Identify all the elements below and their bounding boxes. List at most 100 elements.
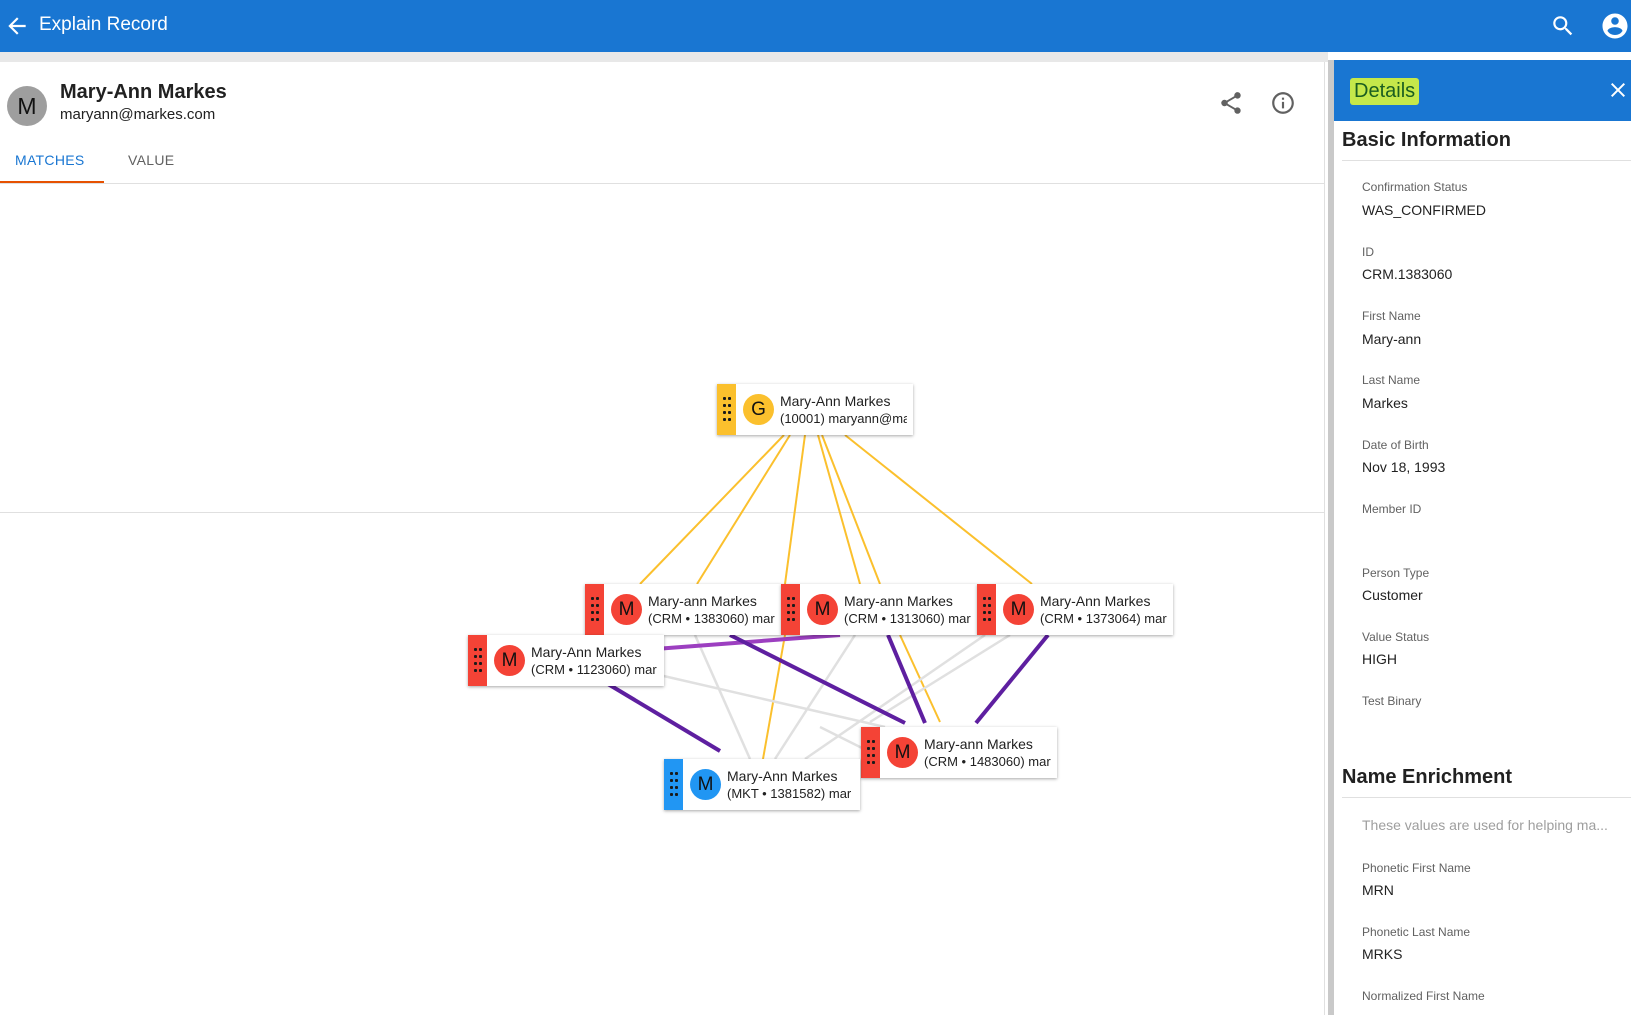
drag-handle-icon[interactable] [781,584,800,635]
graph-node-crm-1483060[interactable]: M Mary-ann Markes (CRM • 1483060) mar [861,727,1057,778]
node-name: Mary-Ann Markes [727,768,838,784]
field-label: Person Type [1362,566,1430,580]
back-arrow-icon[interactable] [4,13,30,39]
grip-dot [675,793,678,796]
field-label: Test Binary [1362,694,1422,708]
grip-dot [596,611,599,614]
grip-dot [728,411,731,414]
graph-edge [844,434,1033,585]
drag-handle-icon[interactable] [664,759,683,810]
section-divider [1342,797,1631,798]
grip-dot [988,611,991,614]
grip-dot [792,618,795,621]
grip-dot [988,597,991,600]
section-divider [1342,160,1631,161]
grip-dot [675,786,678,789]
grip-dot [723,411,726,414]
name-enrichment-heading: Name Enrichment [1342,766,1513,788]
field-label: Normalized First Name [1362,989,1485,1003]
node-name: Mary-Ann Markes [531,644,642,660]
grip-dot [867,747,870,750]
grip-dot [723,397,726,400]
grip-dot [591,618,594,621]
close-icon[interactable] [1606,78,1630,102]
drag-handle-icon[interactable] [717,384,736,435]
field-label: Value Status [1362,630,1430,644]
drag-handle-icon[interactable] [585,584,604,635]
source-badge: M [807,594,838,625]
grip-dot [787,604,790,607]
field-label: Last Name [1362,373,1421,387]
grip-dot [723,418,726,421]
grip-dot [675,779,678,782]
grip-dot [670,779,673,782]
node-source: (10001) maryann@ma [780,411,907,426]
field-label: First Name [1362,309,1421,323]
account-circle-icon[interactable] [1600,11,1630,41]
grip-dot [988,618,991,621]
graph-node-mkt-1381582[interactable]: M Mary-Ann Markes (MKT • 1381582) mar [664,759,860,810]
graph-node-crm-1123060[interactable]: M Mary-Ann Markes (CRM • 1123060) mar [468,635,664,686]
grip-dot [872,754,875,757]
field-label: ID [1362,245,1374,259]
app-bar: Explain Record [0,0,1631,52]
grip-dot [792,611,795,614]
field-value: MRN [1362,882,1394,898]
grip-dot [867,754,870,757]
drag-handle-icon[interactable] [861,727,880,778]
node-source: (CRM • 1313060) mar [844,611,971,626]
grip-dot [787,611,790,614]
drag-handle-icon[interactable] [977,584,996,635]
node-source: (CRM • 1373064) mar [1040,611,1167,626]
graph-edge [821,434,881,585]
grip-dot [872,747,875,750]
content-shadow [0,52,1328,62]
details-panel: Details Basic Information Confirmation S… [1328,60,1631,1015]
grip-dot [474,662,477,665]
grip-dot [872,740,875,743]
grip-dot [474,669,477,672]
field-value: CRM.1383060 [1362,266,1453,282]
grip-dot [728,397,731,400]
grip-dot [988,604,991,607]
source-badge: M [494,645,525,676]
grip-dot [728,418,731,421]
enrichment-note: These values are used for helping ma... [1362,817,1608,833]
details-header: Details [1334,60,1631,121]
source-badge: G [743,394,774,425]
source-badge: M [690,769,721,800]
node-name: Mary-Ann Markes [1040,593,1151,609]
field-value: Markes [1362,395,1408,411]
node-source: (MKT • 1381582) mar [727,786,852,801]
source-badge: M [887,737,918,768]
grip-dot [479,648,482,651]
graph-edge [729,633,906,725]
field-label: Confirmation Status [1362,180,1468,194]
grip-dot [983,604,986,607]
grip-dot [474,655,477,658]
graph-node-crm-1313060[interactable]: M Mary-ann Markes (CRM • 1313060) mar [781,584,977,635]
grip-dot [983,618,986,621]
node-source: (CRM • 1123060) mar [531,662,657,677]
grip-dot [792,597,795,600]
drag-handle-icon[interactable] [468,635,487,686]
graph-node-golden[interactable]: G Mary-Ann Markes (10001) maryann@ma [717,384,913,435]
grip-dot [872,761,875,764]
grip-dot [591,604,594,607]
grip-dot [670,793,673,796]
node-name: Mary-Ann Markes [780,393,891,409]
grip-dot [479,662,482,665]
match-graph-edges [606,434,1050,761]
grip-dot [867,761,870,764]
field-label: Date of Birth [1362,438,1429,452]
search-icon[interactable] [1550,13,1576,39]
graph-edge [784,434,806,585]
graph-node-crm-1373064[interactable]: M Mary-Ann Markes (CRM • 1373064) mar [977,584,1173,635]
grip-dot [792,604,795,607]
grip-dot [728,404,731,407]
basic-information-heading: Basic Information [1342,129,1511,151]
page-title: Explain Record [39,14,168,35]
grip-dot [596,618,599,621]
field-value: Nov 18, 1993 [1362,459,1446,475]
graph-node-crm-1383060[interactable]: M Mary-ann Markes (CRM • 1383060) mar [585,584,781,635]
